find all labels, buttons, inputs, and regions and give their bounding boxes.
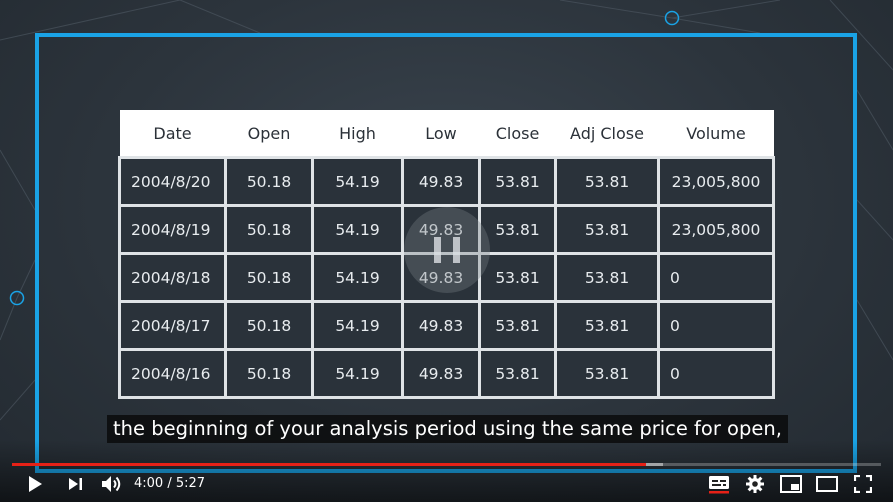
table-cell: 53.81 — [478, 348, 557, 399]
column-header-open: Open — [225, 110, 313, 158]
table-cell: 0 — [657, 300, 775, 351]
time-separator: / — [163, 476, 176, 491]
table-cell: 2004/8/17 — [118, 300, 227, 351]
table-cell: 53.81 — [554, 348, 660, 399]
fullscreen-icon — [854, 475, 872, 493]
table-header-row: Date Open High Low Close Adj Close Volum… — [119, 110, 774, 158]
table-cell: 50.18 — [224, 348, 314, 399]
gear-icon — [746, 475, 764, 493]
play-icon — [29, 476, 42, 492]
column-header-volume: Volume — [658, 110, 774, 158]
table-cell: 53.81 — [554, 300, 660, 351]
table-cell: 53.81 — [478, 156, 557, 207]
table-cell: 54.19 — [311, 204, 404, 255]
table-cell: 53.81 — [554, 156, 660, 207]
table-cell: 2004/8/20 — [118, 156, 227, 207]
theater-icon — [816, 476, 838, 492]
next-button[interactable] — [62, 466, 90, 502]
fullscreen-button[interactable] — [848, 466, 878, 502]
table-cell: 2004/8/16 — [118, 348, 227, 399]
table-cell: 53.81 — [478, 252, 557, 303]
theater-mode-button[interactable] — [812, 466, 842, 502]
column-header-date: Date — [119, 110, 226, 158]
table-cell: 54.19 — [311, 252, 404, 303]
column-header-close: Close — [479, 110, 556, 158]
play-button[interactable] — [20, 466, 50, 502]
column-header-adj-close: Adj Close — [555, 110, 659, 158]
table-cell: 0 — [657, 252, 775, 303]
table-cell: 2004/8/19 — [118, 204, 227, 255]
column-header-low: Low — [402, 110, 480, 158]
table-cell: 53.81 — [554, 204, 660, 255]
time-display: 4:00 / 5:27 — [134, 466, 205, 502]
table-row: 2004/8/20 50.18 54.19 49.83 53.81 53.81 … — [118, 156, 775, 207]
table-cell: 53.81 — [554, 252, 660, 303]
table-cell: 0 — [657, 348, 775, 399]
volume-button[interactable] — [98, 466, 126, 502]
table-row: 2004/8/17 50.18 54.19 49.83 53.81 53.81 … — [118, 300, 775, 351]
column-header-high: High — [312, 110, 403, 158]
table-cell: 50.18 — [224, 156, 314, 207]
table-cell: 49.83 — [401, 348, 481, 399]
table-cell: 23,005,800 — [657, 156, 775, 207]
table-cell: 49.83 — [401, 156, 481, 207]
table-cell: 2004/8/18 — [118, 252, 227, 303]
video-player[interactable]: Date Open High Low Close Adj Close Volum… — [0, 0, 893, 502]
pause-indicator — [404, 207, 490, 293]
next-icon — [69, 478, 82, 490]
table-cell: 50.18 — [224, 252, 314, 303]
table-cell: 54.19 — [311, 348, 404, 399]
table-cell: 54.19 — [311, 156, 404, 207]
table-cell: 49.83 — [401, 300, 481, 351]
subtitles-icon — [709, 476, 729, 494]
volume-icon — [102, 476, 121, 492]
settings-button[interactable] — [740, 466, 770, 502]
subtitle-caption: the beginning of your analysis period us… — [107, 415, 788, 443]
player-controls: 4:00 / 5:27 — [0, 466, 893, 502]
miniplayer-icon — [780, 475, 802, 493]
current-time: 4:00 — [134, 476, 164, 491]
table-row: 2004/8/16 50.18 54.19 49.83 53.81 53.81 … — [118, 348, 775, 399]
miniplayer-button[interactable] — [776, 466, 806, 502]
table-cell: 53.81 — [478, 300, 557, 351]
table-cell: 50.18 — [224, 300, 314, 351]
duration: 5:27 — [175, 476, 206, 491]
table-cell: 54.19 — [311, 300, 404, 351]
table-cell: 23,005,800 — [657, 204, 775, 255]
table-cell: 53.81 — [478, 204, 557, 255]
table-cell: 50.18 — [224, 204, 314, 255]
subtitles-button[interactable] — [704, 466, 734, 502]
